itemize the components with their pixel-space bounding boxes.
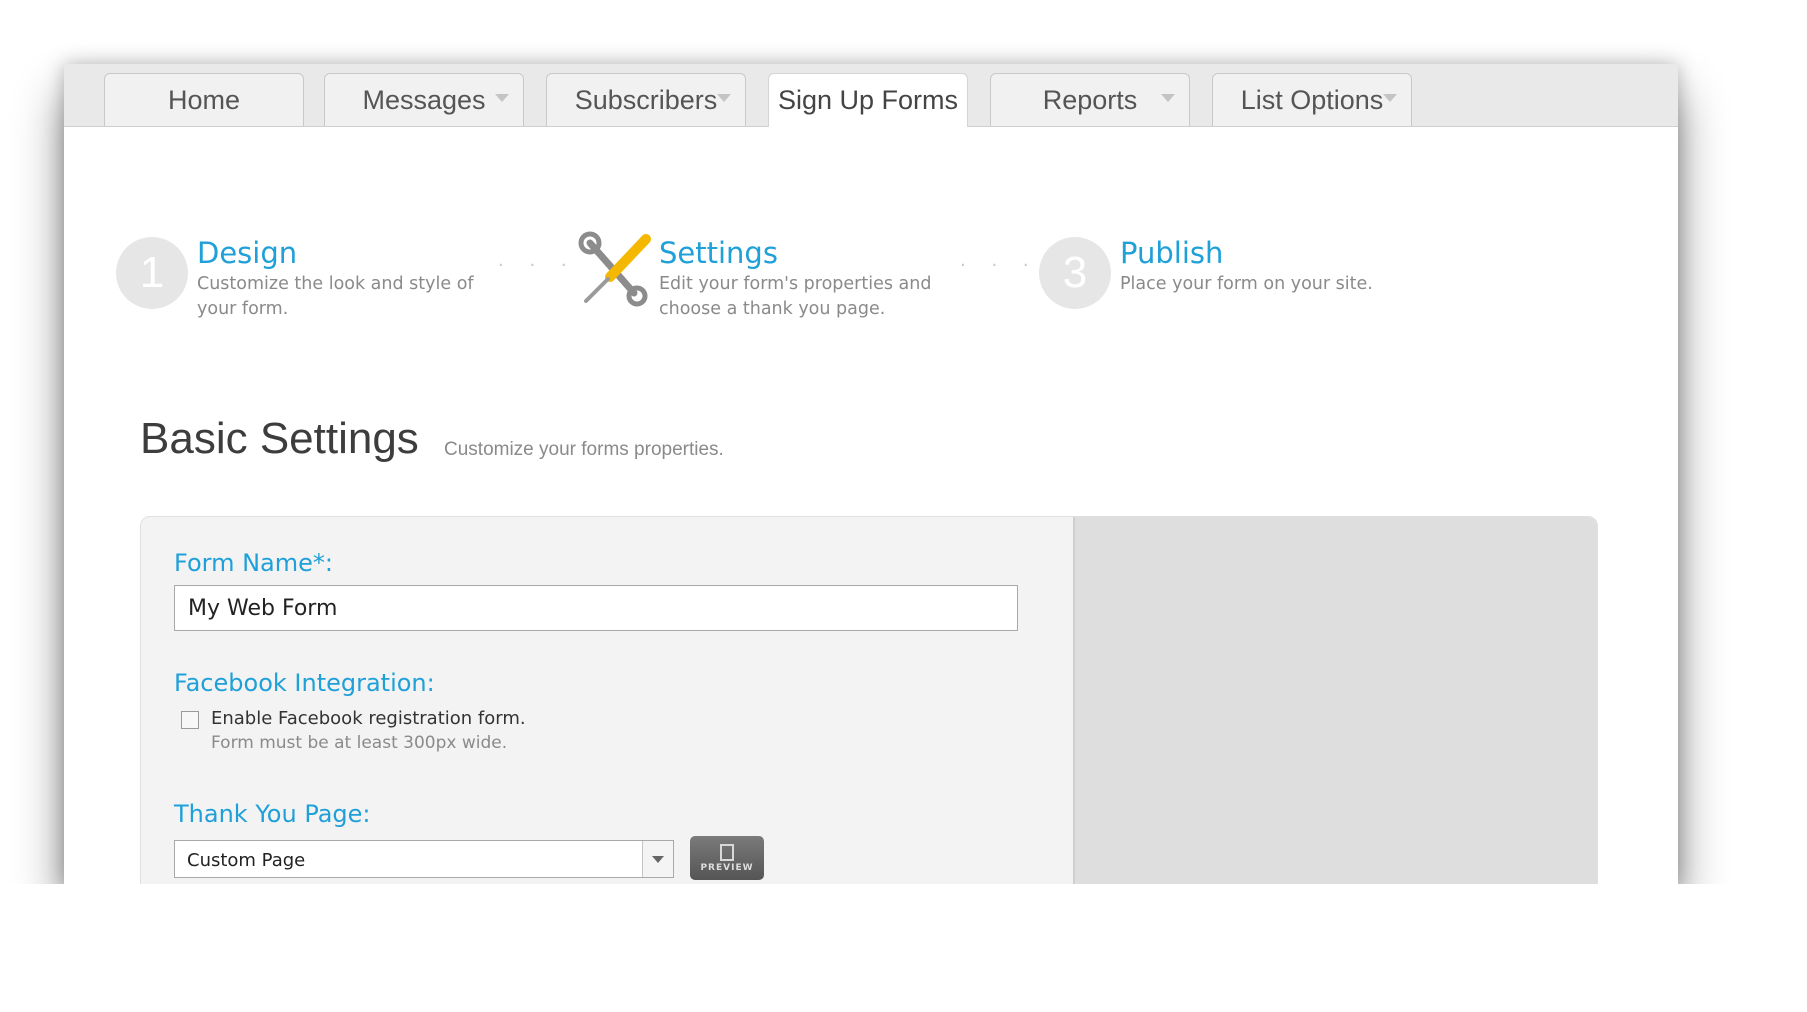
facebook-checkbox[interactable] [181,711,199,729]
tab-list-options[interactable]: List Options [1212,73,1412,126]
preview-button-label: PREVIEW [700,862,754,873]
form-preview-area [1073,517,1597,884]
chevron-down-icon [495,94,509,102]
form-name-label: Form Name*: [174,549,333,577]
tab-label: Sign Up Forms [777,85,959,115]
tab-label: Reports [1042,84,1138,115]
step-design-description: Customize the look and style of your for… [197,274,474,319]
tab-label: Subscribers [574,84,718,115]
preview-button[interactable]: PREVIEW [690,836,764,880]
step-publish-description: Place your form on your site. [1120,274,1373,294]
tab-sign-up-forms[interactable]: Sign Up Forms [768,73,968,127]
step-settings-title[interactable]: Settings [659,236,778,270]
thank-you-page-value: Custom Page [187,850,306,871]
tab-label: Messages [362,84,486,115]
tab-label: Home [167,84,241,115]
chevron-down-icon [652,856,664,863]
chevron-down-icon [1383,94,1397,102]
form-name-value: My Web Form [188,595,338,621]
page-title: Basic Settings [140,414,419,463]
tab-reports[interactable]: Reports [990,73,1190,126]
select-dropdown-button[interactable] [642,841,673,877]
app-window: Home Messages Subscribers Sign Up Forms … [64,64,1678,884]
chevron-down-icon [1161,94,1175,102]
thank-you-page-select[interactable]: Custom Page [174,840,674,878]
facebook-integration-label: Facebook Integration: [174,669,435,697]
step-separator: . . . [498,250,577,271]
form-name-input[interactable]: My Web Form [174,585,1018,631]
screenshot-bottom-fade [0,884,1807,1012]
facebook-hint: Form must be at least 300px wide. [211,733,508,753]
thank-you-page-label: Thank You Page: [174,800,371,828]
chevron-down-icon [717,94,731,102]
main-tab-bar: Home Messages Subscribers Sign Up Forms … [64,64,1678,127]
step-1-circle: 1 [116,237,188,309]
step-settings-description: Edit your form's properties and choose a… [659,274,932,319]
step-publish-title[interactable]: Publish [1120,236,1223,270]
step-design-title[interactable]: Design [197,236,297,270]
tab-label: List Options [1240,84,1384,115]
tools-icon [578,231,651,307]
tab-messages[interactable]: Messages [324,73,524,126]
settings-panel: Form Name*: My Web Form Facebook Integra… [140,516,1598,884]
document-icon [720,843,734,861]
step-3-circle: 3 [1039,237,1111,309]
step-separator: . . . [960,250,1039,271]
tab-subscribers[interactable]: Subscribers [546,73,746,126]
tab-home[interactable]: Home [104,73,304,126]
facebook-checkbox-label[interactable]: Enable Facebook registration form. [211,708,526,729]
page-subtitle: Customize your forms properties. [444,439,724,460]
